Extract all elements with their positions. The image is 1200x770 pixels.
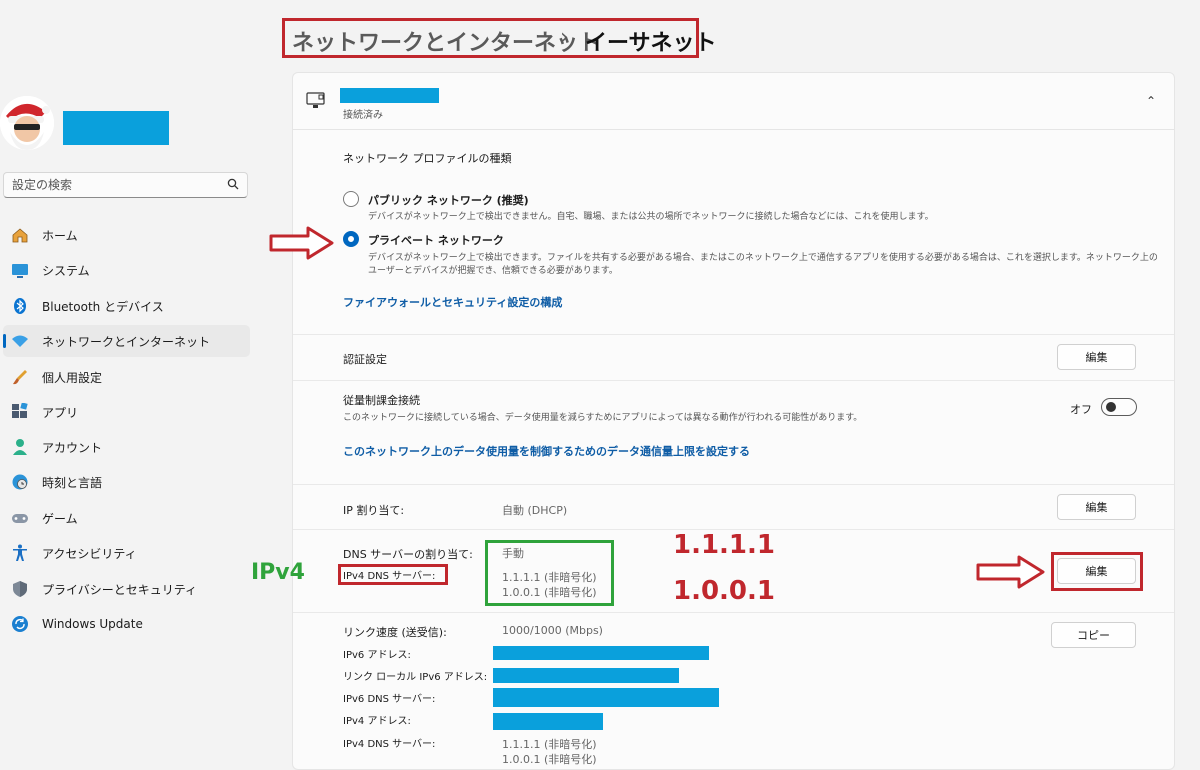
brush-icon [11, 368, 29, 386]
ip-edit-button[interactable]: 編集 [1057, 494, 1136, 520]
sidebar-item-label: システム [42, 263, 90, 278]
ipv6-dns-redacted [493, 688, 719, 707]
ip-assignment-label: IP 割り当て: [343, 504, 405, 517]
sidebar-item-label: アプリ [42, 405, 79, 420]
divider [293, 484, 1174, 485]
ipv4-dns-servers-label: IPv4 DNS サーバー: [343, 739, 436, 750]
page-title: イーサネット [585, 31, 717, 56]
ipv4-dns-servers-primary: 1.1.1.1 (非暗号化) [502, 738, 597, 751]
ipv6-address-redacted [493, 646, 709, 660]
sidebar-item-label: ゲーム [42, 511, 78, 526]
chevron-up-icon[interactable]: ⌃ [1146, 94, 1156, 108]
search-input[interactable] [4, 173, 230, 197]
breadcrumb-separator: › [560, 25, 569, 50]
search-icon[interactable] [227, 178, 239, 190]
sidebar-item-network[interactable]: ネットワークとインターネット [3, 325, 250, 357]
sidebar-item-label: 個人用設定 [42, 370, 103, 385]
ipv4-dns-secondary: 1.0.0.1 (非暗号化) [502, 586, 597, 599]
metered-connection-description: このネットワークに接続している場合、データ使用量を減らすためにアプリによっては異… [343, 413, 863, 423]
avatar[interactable] [0, 96, 54, 150]
firewall-settings-link[interactable]: ファイアウォールとセキュリティ設定の構成 [343, 294, 562, 310]
dns-edit-button[interactable]: 編集 [1057, 558, 1136, 584]
user-name-redacted [63, 111, 169, 145]
accessibility-icon [11, 544, 29, 562]
dns-assignment-label: DNS サーバーの割り当て: [343, 548, 473, 561]
home-icon [11, 226, 29, 244]
link-speed-value: 1000/1000 (Mbps) [502, 624, 603, 637]
update-icon [11, 615, 29, 633]
sidebar-item-label: Windows Update [42, 617, 143, 631]
ipv6-address-label: IPv6 アドレス: [343, 650, 411, 661]
ipv4-dns-servers-secondary: 1.0.0.1 (非暗号化) [502, 753, 597, 766]
sidebar-item-time-language[interactable]: 時刻と言語 [3, 466, 250, 498]
system-icon [11, 261, 29, 279]
sidebar-item-label: アカウント [42, 440, 103, 455]
public-network-radio[interactable] [343, 191, 359, 207]
red-arrow-right-icon [976, 555, 1045, 589]
dns-annotation-secondary: 1.0.0.1 [673, 576, 775, 606]
sidebar-item-windows-update[interactable]: Windows Update [3, 608, 250, 640]
link-local-ipv6-redacted [493, 668, 679, 683]
ipv4-address-label: IPv4 アドレス: [343, 716, 411, 727]
private-network-description-line2: ユーザーとデバイスが把握でき、信頼できる必要があります。 [368, 266, 618, 276]
ip-assignment-value: 自動 (DHCP) [502, 504, 568, 517]
dns-annotation-primary: 1.1.1.1 [673, 530, 775, 560]
sidebar-item-accounts[interactable]: アカウント [3, 431, 250, 463]
sidebar-item-label: プライバシーとセキュリティ [42, 582, 198, 597]
public-network-description: デバイスがネットワーク上で検出できません。自宅、職場、または公共の場所でネットワ… [368, 212, 934, 222]
ipv4-dns-label: IPv4 DNS サーバー: [343, 571, 436, 582]
shield-icon [11, 580, 29, 598]
divider [293, 334, 1174, 335]
sidebar-item-system[interactable]: システム [3, 254, 250, 286]
globe-clock-icon [11, 473, 29, 491]
red-arrow-right-icon [269, 226, 334, 260]
account-icon [11, 438, 29, 456]
ipv6-dns-label: IPv6 DNS サーバー: [343, 694, 436, 705]
link-speed-label: リンク速度 (送受信): [343, 626, 447, 639]
dns-assignment-value: 手動 [502, 547, 524, 560]
sidebar-item-bluetooth[interactable]: Bluetooth とデバイス [3, 290, 250, 322]
connection-status: 接続済み [343, 110, 383, 121]
search-box[interactable] [3, 172, 248, 198]
private-network-label[interactable]: プライベート ネットワーク [368, 232, 504, 248]
ipv4-annotation: IPv4 [251, 560, 305, 585]
private-network-radio[interactable] [343, 231, 359, 247]
sidebar-item-apps[interactable]: アプリ [3, 396, 250, 428]
ipv4-dns-primary: 1.1.1.1 (非暗号化) [502, 571, 597, 584]
breadcrumb-parent[interactable]: ネットワークとインターネット [292, 25, 600, 57]
wifi-icon [11, 332, 29, 350]
link-local-ipv6-label: リンク ローカル IPv6 アドレス: [343, 672, 488, 683]
public-network-label[interactable]: パブリック ネットワーク (推奨) [368, 192, 529, 208]
sidebar-item-home[interactable]: ホーム [3, 219, 250, 251]
auth-edit-button[interactable]: 編集 [1057, 344, 1136, 370]
gamepad-icon [11, 509, 29, 527]
data-limit-link[interactable]: このネットワーク上のデータ使用量を制御するためのデータ通信量上限を設定する [343, 443, 750, 459]
sidebar-item-label: Bluetooth とデバイス [42, 299, 164, 314]
apps-icon [11, 403, 29, 421]
ethernet-monitor-icon [306, 92, 325, 108]
bluetooth-icon [11, 297, 29, 315]
metered-connection-label: 従量制課金接続 [343, 394, 420, 407]
profile-heading: ネットワーク プロファイルの種類 [343, 152, 512, 165]
active-indicator [3, 334, 6, 348]
sidebar-item-label: アクセシビリティ [42, 546, 137, 561]
sidebar-item-label: ホーム [42, 228, 78, 243]
sidebar-item-personalization[interactable]: 個人用設定 [3, 361, 250, 393]
toggle-knob [1106, 402, 1116, 412]
sidebar-item-label: 時刻と言語 [42, 475, 103, 490]
auth-settings-label: 認証設定 [343, 353, 387, 366]
sidebar-item-gaming[interactable]: ゲーム [3, 502, 250, 534]
private-network-description-line1: デバイスがネットワーク上で検出できます。ファイルを共有する必要がある場合、または… [368, 253, 1158, 263]
sidebar-item-accessibility[interactable]: アクセシビリティ [3, 537, 250, 569]
metered-toggle[interactable] [1101, 398, 1137, 416]
ipv4-address-redacted [493, 713, 603, 730]
network-name-redacted [340, 88, 439, 103]
sidebar-item-privacy[interactable]: プライバシーとセキュリティ [3, 573, 250, 605]
divider [293, 380, 1174, 381]
divider [293, 612, 1174, 613]
sidebar-item-label: ネットワークとインターネット [42, 334, 211, 349]
copy-button[interactable]: コピー [1051, 622, 1136, 648]
metered-toggle-state: オフ [1070, 403, 1092, 416]
